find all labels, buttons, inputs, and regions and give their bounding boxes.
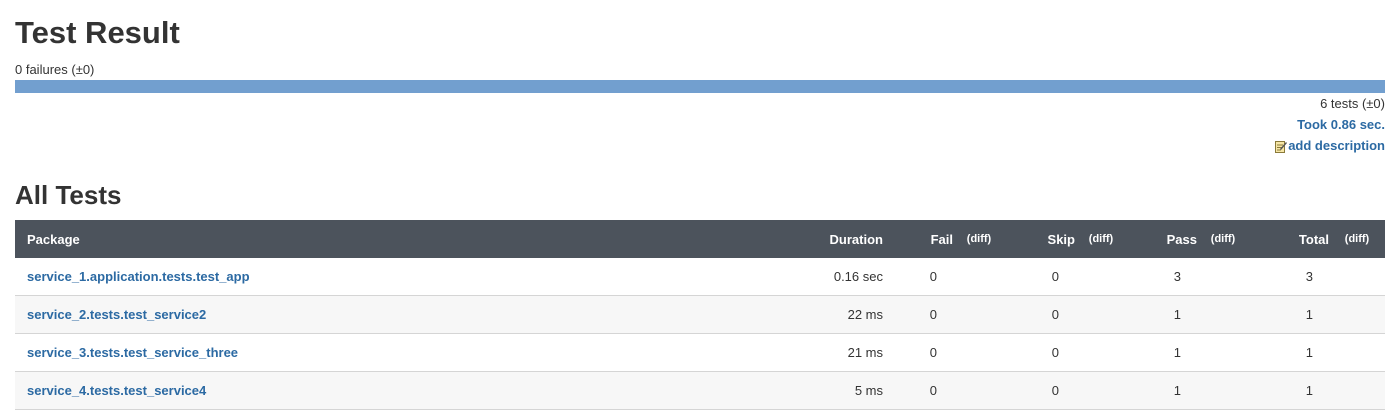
skip-diff-cell — [1075, 295, 1127, 334]
page-title: Test Result — [15, 15, 180, 50]
column-header-skip[interactable]: Skip — [1005, 220, 1075, 258]
skip-diff-cell — [1075, 371, 1127, 410]
total-diff-cell — [1329, 258, 1385, 296]
total-cell: 1 — [1249, 295, 1329, 334]
column-header-pass-diff[interactable]: (diff) — [1197, 220, 1249, 258]
duration-cell: 21 ms — [715, 333, 883, 372]
column-header-duration[interactable]: Duration — [715, 220, 883, 258]
duration-link[interactable]: Took 0.86 sec. — [985, 117, 1385, 133]
pass-cell: 1 — [1127, 333, 1197, 372]
pass-diff-cell — [1197, 371, 1249, 410]
column-header-package[interactable]: Package — [15, 220, 715, 258]
table-header-row: Package Duration Fail (diff) Skip (diff)… — [15, 220, 1385, 258]
fail-cell: 0 — [883, 295, 953, 334]
column-header-total-diff[interactable]: (diff) — [1329, 220, 1385, 258]
fail-diff-cell — [953, 333, 1005, 372]
total-diff-cell — [1329, 333, 1385, 372]
table-row: service_2.tests.test_service2 22 ms 0 0 … — [15, 295, 1385, 334]
package-cell: service_1.application.tests.test_app — [15, 258, 715, 296]
column-header-pass[interactable]: Pass — [1127, 220, 1197, 258]
skip-cell: 0 — [1005, 371, 1075, 410]
pass-diff-cell — [1197, 333, 1249, 372]
table-row: service_3.tests.test_service_three 21 ms… — [15, 333, 1385, 372]
package-link[interactable]: service_3.tests.test_service_three — [27, 345, 238, 360]
tests-count: 6 tests (±0) — [1320, 96, 1385, 111]
pass-progress-fill — [15, 80, 1385, 93]
pass-cell: 1 — [1127, 295, 1197, 334]
pass-progress-bar — [15, 80, 1385, 93]
total-cell: 1 — [1249, 333, 1329, 372]
package-link[interactable]: service_4.tests.test_service4 — [27, 383, 206, 398]
skip-cell: 0 — [1005, 258, 1075, 296]
section-title: All Tests — [15, 180, 122, 210]
package-cell: service_3.tests.test_service_three — [15, 333, 715, 372]
add-description-label: add description — [1288, 138, 1385, 153]
pass-diff-cell — [1197, 258, 1249, 296]
column-header-skip-diff[interactable]: (diff) — [1075, 220, 1127, 258]
fail-cell: 0 — [883, 258, 953, 296]
total-diff-cell — [1329, 295, 1385, 334]
failures-summary: 0 failures (±0) — [15, 62, 95, 77]
total-cell: 3 — [1249, 258, 1329, 296]
column-header-fail[interactable]: Fail — [883, 220, 953, 258]
edit-note-icon — [1275, 140, 1288, 153]
column-header-total[interactable]: Total — [1249, 220, 1329, 258]
total-diff-cell — [1329, 371, 1385, 410]
fail-cell: 0 — [883, 333, 953, 372]
column-header-fail-diff[interactable]: (diff) — [953, 220, 1005, 258]
duration-cell: 5 ms — [715, 371, 883, 410]
package-cell: service_2.tests.test_service2 — [15, 295, 715, 334]
table-row: service_4.tests.test_service4 5 ms 0 0 1… — [15, 371, 1385, 410]
pass-diff-cell — [1197, 295, 1249, 334]
skip-cell: 0 — [1005, 295, 1075, 334]
pass-cell: 1 — [1127, 371, 1197, 410]
duration-cell: 0.16 sec — [715, 258, 883, 296]
fail-diff-cell — [953, 295, 1005, 334]
total-cell: 1 — [1249, 371, 1329, 410]
skip-diff-cell — [1075, 258, 1127, 296]
skip-cell: 0 — [1005, 333, 1075, 372]
package-link[interactable]: service_1.application.tests.test_app — [27, 269, 250, 284]
add-description-link[interactable]: add description — [985, 138, 1385, 154]
pass-cell: 3 — [1127, 258, 1197, 296]
fail-diff-cell — [953, 371, 1005, 410]
duration-cell: 22 ms — [715, 295, 883, 334]
skip-diff-cell — [1075, 333, 1127, 372]
table-row: service_1.application.tests.test_app 0.1… — [15, 258, 1385, 296]
fail-diff-cell — [953, 258, 1005, 296]
results-table: Package Duration Fail (diff) Skip (diff)… — [15, 220, 1385, 410]
package-cell: service_4.tests.test_service4 — [15, 371, 715, 410]
fail-cell: 0 — [883, 371, 953, 410]
package-link[interactable]: service_2.tests.test_service2 — [27, 307, 206, 322]
